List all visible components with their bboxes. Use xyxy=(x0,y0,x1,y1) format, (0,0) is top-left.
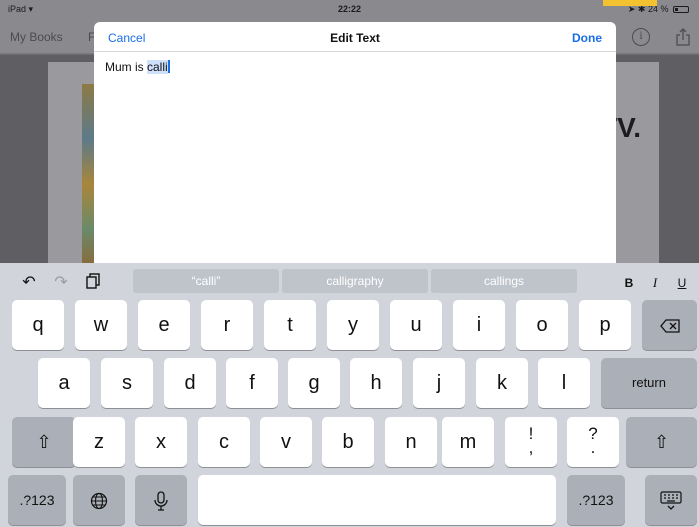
suggestion-2[interactable]: calligraphy xyxy=(282,269,428,293)
key-y[interactable]: y xyxy=(327,300,379,350)
key-q[interactable]: q xyxy=(12,300,64,350)
key-question-period[interactable]: ? . xyxy=(567,417,619,467)
key-n[interactable]: n xyxy=(385,417,437,467)
backspace-key[interactable] xyxy=(642,300,697,350)
numbers-key-left[interactable]: .?123 xyxy=(8,475,66,525)
text-editor[interactable]: Mum is calli xyxy=(105,60,170,74)
underline-button[interactable]: U xyxy=(672,273,692,293)
undo-icon[interactable]: ↶ xyxy=(18,273,40,293)
numbers-key-right[interactable]: .?123 xyxy=(567,475,625,525)
share-icon-svg xyxy=(676,28,690,46)
key-x[interactable]: x xyxy=(135,417,187,467)
keyboard: ↶ ↷ “calli” calligraphy callings B I U q… xyxy=(0,263,699,527)
key-d[interactable]: d xyxy=(164,358,216,408)
shift-key-left[interactable]: ⇧ xyxy=(12,417,76,467)
key-exclaim-comma[interactable]: ! , xyxy=(505,417,557,467)
shift-key-right[interactable]: ⇧ xyxy=(626,417,697,467)
dictation-key[interactable] xyxy=(135,475,187,525)
share-icon[interactable] xyxy=(674,28,692,46)
key-period: . xyxy=(590,438,596,457)
edit-text-modal: Cancel Edit Text Done Mum is calli xyxy=(94,22,616,265)
battery-icon xyxy=(673,6,689,14)
key-i[interactable]: i xyxy=(453,300,505,350)
my-books-button[interactable]: My Books xyxy=(10,30,63,44)
key-z[interactable]: z xyxy=(73,417,125,467)
microphone-icon xyxy=(154,491,168,511)
status-bar: iPad ▾ 22:22 ➤ ✱ 24 % xyxy=(0,0,699,20)
suggestion-3[interactable]: callings xyxy=(431,269,577,293)
key-u[interactable]: u xyxy=(390,300,442,350)
key-b[interactable]: b xyxy=(322,417,374,467)
key-g[interactable]: g xyxy=(288,358,340,408)
key-p[interactable]: p xyxy=(579,300,631,350)
text-caret xyxy=(167,60,170,73)
space-key[interactable] xyxy=(198,475,556,525)
hide-keyboard-key[interactable] xyxy=(645,475,697,525)
paste-icon[interactable] xyxy=(82,273,104,293)
info-icon[interactable]: i xyxy=(632,28,650,46)
key-c[interactable]: c xyxy=(198,417,250,467)
suggestion-1[interactable]: “calli” xyxy=(133,269,279,293)
key-a[interactable]: a xyxy=(38,358,90,408)
selected-word: calli xyxy=(147,60,168,74)
key-l[interactable]: l xyxy=(538,358,590,408)
key-k[interactable]: k xyxy=(476,358,528,408)
redo-icon[interactable]: ↷ xyxy=(50,273,72,293)
key-r[interactable]: r xyxy=(201,300,253,350)
backspace-icon xyxy=(659,319,680,333)
status-time: 22:22 xyxy=(337,4,362,14)
key-w[interactable]: w xyxy=(75,300,127,350)
key-o[interactable]: o xyxy=(516,300,568,350)
key-e[interactable]: e xyxy=(138,300,190,350)
key-comma: , xyxy=(528,438,534,457)
modal-header: Cancel Edit Text Done xyxy=(94,22,616,52)
return-key[interactable]: return xyxy=(601,358,697,408)
key-h[interactable]: h xyxy=(350,358,402,408)
globe-icon xyxy=(90,493,108,510)
cancel-button[interactable]: Cancel xyxy=(108,31,145,45)
key-j[interactable]: j xyxy=(413,358,465,408)
key-m[interactable]: m xyxy=(442,417,494,467)
key-t[interactable]: t xyxy=(264,300,316,350)
recording-indicator xyxy=(603,0,657,6)
text-content: Mum is xyxy=(105,60,147,74)
bold-button[interactable]: B xyxy=(619,273,639,293)
key-f[interactable]: f xyxy=(226,358,278,408)
paste-icon-svg xyxy=(86,273,100,289)
italic-button[interactable]: I xyxy=(645,273,665,293)
modal-title: Edit Text xyxy=(330,31,380,45)
done-button[interactable]: Done xyxy=(572,31,602,45)
hide-keyboard-icon xyxy=(660,491,682,511)
key-s[interactable]: s xyxy=(101,358,153,408)
key-v[interactable]: v xyxy=(260,417,312,467)
globe-key[interactable] xyxy=(73,475,125,525)
